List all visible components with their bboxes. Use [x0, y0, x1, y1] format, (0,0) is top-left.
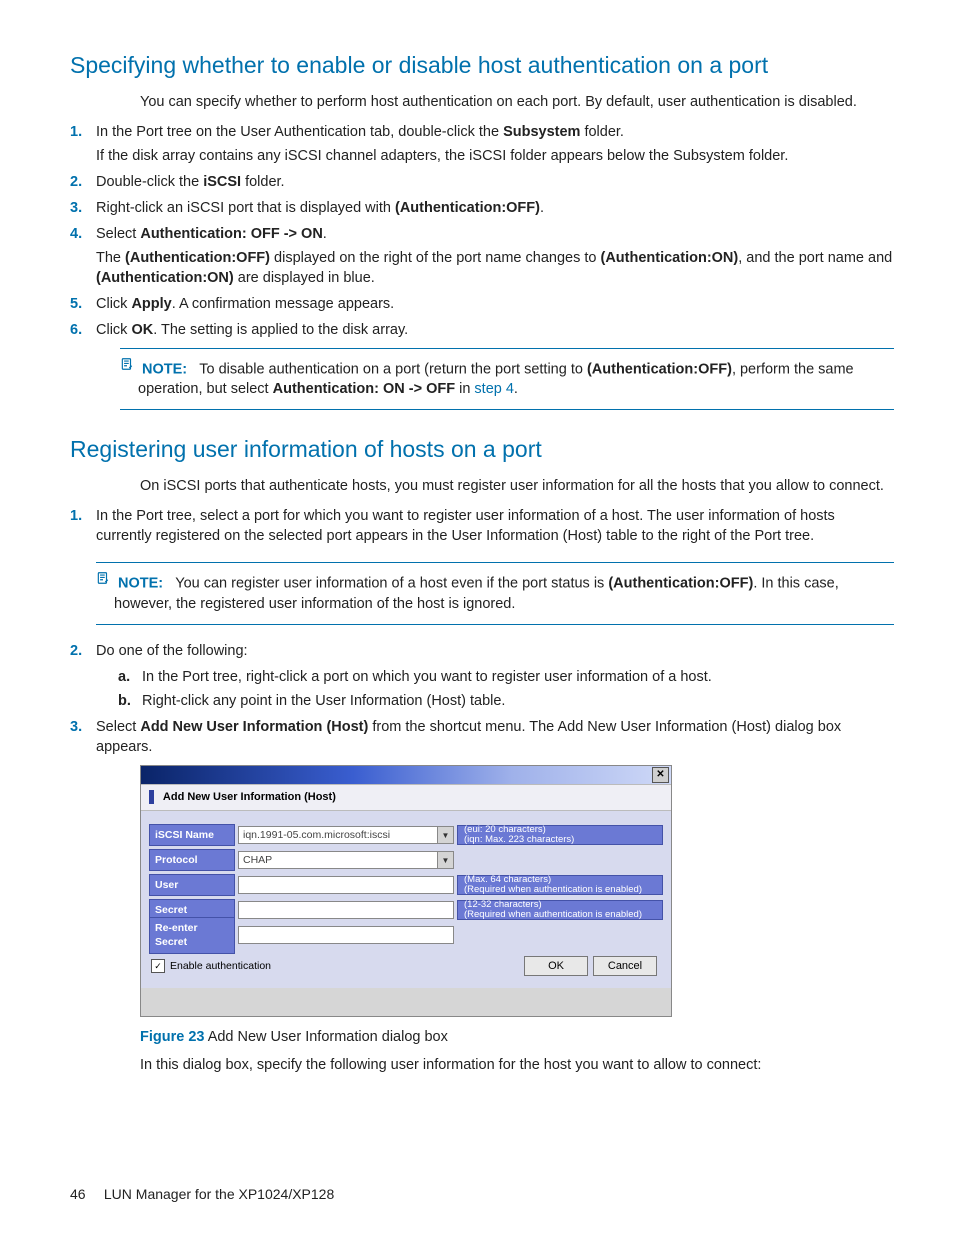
intro-paragraph-2: On iSCSI ports that authenticate hosts, …: [140, 476, 894, 496]
figure-label: Figure 23: [140, 1029, 204, 1045]
row-protocol: Protocol CHAP ▼: [149, 850, 663, 870]
doc-title: LUN Manager for the XP1024/XP128: [104, 1186, 334, 1202]
label-protocol: Protocol: [149, 849, 235, 871]
input-reenter-secret[interactable]: [238, 926, 454, 944]
step2-2: 2. Do one of the following: a.In the Por…: [70, 641, 894, 711]
hint-user: (Max. 64 characters) (Required when auth…: [457, 875, 663, 895]
heading-enable-auth: Specifying whether to enable or disable …: [70, 50, 894, 82]
label-iscsi-name: iSCSI Name: [149, 824, 235, 846]
dialog-bottom-row: ✓ Enable authentication OK Cancel: [149, 950, 663, 980]
page-number: 46: [70, 1185, 100, 1204]
hint-secret: (12-32 characters) (Required when authen…: [457, 900, 663, 920]
dialog-body: iSCSI Name iqn.1991-05.com.microsoft:isc…: [141, 811, 671, 988]
substep-b: b.Right-click any point in the User Info…: [118, 691, 894, 711]
note-block-2: NOTE: You can register user information …: [96, 562, 894, 625]
post-figure-paragraph: In this dialog box, specify the followin…: [140, 1055, 894, 1075]
step2-3: 3. Select Add New User Information (Host…: [70, 717, 894, 757]
input-user[interactable]: [238, 876, 454, 894]
note2-separator-bottom: [96, 624, 894, 625]
dialog-title: Add New User Information (Host): [163, 791, 336, 803]
substeps-list: a.In the Port tree, right-click a port o…: [118, 667, 894, 711]
substep-a: a.In the Port tree, right-click a port o…: [118, 667, 894, 687]
figure-caption: Figure 23 Add New User Information dialo…: [140, 1027, 894, 1047]
cancel-button[interactable]: Cancel: [593, 956, 657, 976]
step-1: 1. In the Port tree on the User Authenti…: [70, 122, 894, 166]
note-separator-bottom: [120, 409, 894, 410]
page-footer: 46 LUN Manager for the XP1024/XP128: [70, 1185, 894, 1204]
step-4-link[interactable]: step 4: [474, 381, 514, 397]
note-icon: [96, 571, 110, 592]
note-icon: [120, 357, 134, 378]
row-reenter-secret: Re-enter Secret: [149, 925, 663, 945]
enable-auth-label: Enable authentication: [170, 959, 271, 973]
note-separator-top: [120, 348, 894, 349]
intro-paragraph-1: You can specify whether to perform host …: [140, 92, 894, 112]
checkbox-icon[interactable]: ✓: [151, 959, 165, 973]
row-user: User (Max. 64 characters) (Required when…: [149, 875, 663, 895]
step-6: 6. Click OK. The setting is applied to t…: [70, 320, 894, 340]
label-reenter-secret: Re-enter Secret: [149, 917, 235, 954]
note2-separator-top: [96, 562, 894, 563]
input-iscsi-name[interactable]: iqn.1991-05.com.microsoft:iscsi: [238, 826, 438, 844]
ok-button[interactable]: OK: [524, 956, 588, 976]
note-label: NOTE:: [142, 361, 187, 377]
step-2: 2. Double-click the iSCSI folder.: [70, 172, 894, 192]
steps-list-1: 1. In the Port tree on the User Authenti…: [70, 122, 894, 340]
dropdown-icon[interactable]: ▼: [438, 851, 454, 869]
steps-list-2: 1. In the Port tree, select a port for w…: [70, 506, 894, 757]
add-user-info-dialog: ✕ Add New User Information (Host) iSCSI …: [140, 765, 672, 1017]
banner-accent: [149, 790, 154, 804]
note-label: NOTE:: [118, 576, 163, 592]
dialog-buttons: OK Cancel: [522, 956, 657, 976]
dropdown-icon[interactable]: ▼: [438, 826, 454, 844]
dialog-titlebar: ✕: [141, 766, 671, 784]
enable-auth-checkbox[interactable]: ✓ Enable authentication: [151, 959, 271, 973]
step-4: 4. Select Authentication: OFF -> ON. The…: [70, 224, 894, 288]
dialog-screenshot: ✕ Add New User Information (Host) iSCSI …: [140, 765, 894, 1017]
select-protocol[interactable]: CHAP: [238, 851, 438, 869]
dialog-footer-pad: [141, 988, 671, 1016]
row-iscsi-name: iSCSI Name iqn.1991-05.com.microsoft:isc…: [149, 825, 663, 845]
close-icon[interactable]: ✕: [652, 767, 669, 783]
step-5: 5. Click Apply. A confirmation message a…: [70, 294, 894, 314]
input-secret[interactable]: [238, 901, 454, 919]
step-3: 3. Right-click an iSCSI port that is dis…: [70, 198, 894, 218]
step2-1: 1. In the Port tree, select a port for w…: [70, 506, 894, 625]
note-block-1: NOTE: To disable authentication on a por…: [120, 348, 894, 411]
heading-register-user-info: Registering user information of hosts on…: [70, 434, 894, 466]
dialog-banner: Add New User Information (Host): [141, 784, 671, 811]
label-user: User: [149, 874, 235, 896]
hint-iscsi-name: (eui: 20 characters) (iqn: Max. 223 char…: [457, 825, 663, 845]
step-1-subtext: If the disk array contains any iSCSI cha…: [96, 146, 894, 166]
step-4-subtext: The (Authentication:OFF) displayed on th…: [96, 248, 894, 288]
